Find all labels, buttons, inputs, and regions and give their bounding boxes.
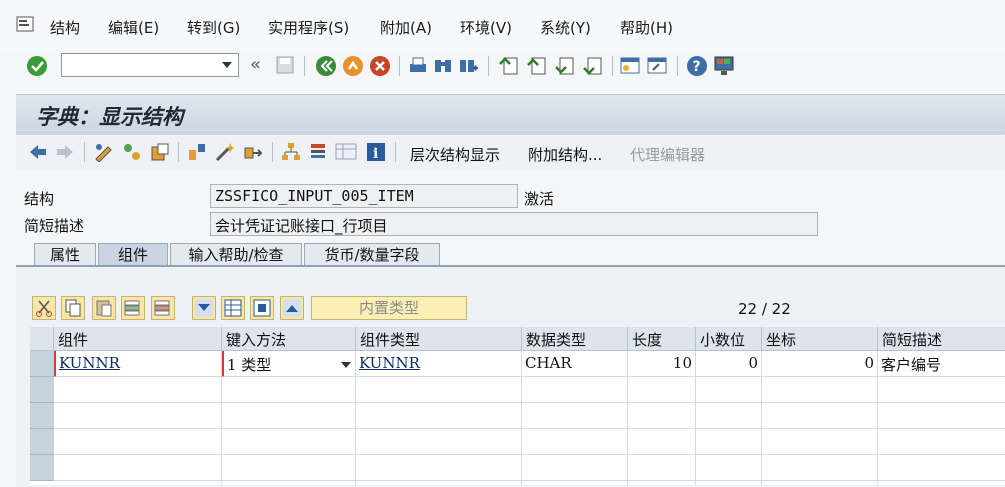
menu-environment[interactable]: 环境(V) <box>460 17 512 38</box>
back-arrow-icon[interactable] <box>28 143 48 161</box>
customize-layout-icon[interactable] <box>713 55 735 77</box>
menu-bar: 结构 编辑(E) 转到(G) 实用程序(S) 附加(A) 环境(V) 系统(Y)… <box>0 0 1005 50</box>
column-header[interactable]: 简短描述 <box>878 327 1005 351</box>
next-page-icon[interactable] <box>554 55 576 77</box>
title-bar: 字典：显示结构 <box>16 94 1005 135</box>
help-icon[interactable]: ? <box>686 55 708 77</box>
data-type-cell[interactable]: CHAR <box>522 351 628 377</box>
empty-rows-columns <box>54 377 1005 485</box>
check-object-icon[interactable] <box>187 142 207 162</box>
enter-check-icon[interactable] <box>26 55 48 77</box>
command-field[interactable] <box>61 53 239 77</box>
find-next-icon[interactable] <box>458 56 478 76</box>
column-header[interactable]: 数据类型 <box>522 327 628 351</box>
shortcut-icon[interactable] <box>647 56 667 76</box>
select-all-corner[interactable] <box>30 327 54 351</box>
save-icon[interactable] <box>276 56 294 74</box>
table-icon[interactable] <box>221 296 245 320</box>
decimals-cell[interactable]: 0 <box>696 351 762 377</box>
chevron-down-icon[interactable] <box>341 362 351 368</box>
description-cell[interactable]: 客户编号 <box>878 351 1005 377</box>
row-selector[interactable] <box>30 403 54 429</box>
menu-extras[interactable]: 附加(A) <box>380 17 432 38</box>
collapse-icon[interactable] <box>280 296 304 320</box>
menu-system[interactable]: 系统(Y) <box>540 17 591 38</box>
proxy-editor-button: 代理编辑器 <box>630 146 706 164</box>
insert-row-icon[interactable] <box>121 296 145 320</box>
chevron-down-icon[interactable] <box>222 62 232 68</box>
structure-field[interactable]: ZSSFICO_INPUT_005_ITEM <box>210 184 518 208</box>
tab-attributes[interactable]: 属性 <box>34 243 96 265</box>
object-list-icon[interactable] <box>308 142 328 162</box>
new-session-icon[interactable] <box>620 56 640 76</box>
typing-method-value: 1 类型 <box>227 356 272 374</box>
paste-icon[interactable] <box>92 296 116 320</box>
tab-input-help[interactable]: 输入帮助/检查 <box>170 243 302 265</box>
delete-row-icon[interactable] <box>151 296 175 320</box>
row-counter: 22 / 22 <box>738 300 791 318</box>
structure-label: 结构 <box>24 190 55 208</box>
other-object-icon[interactable] <box>150 142 170 162</box>
tab-currency-quantity[interactable]: 货币/数量字段 <box>304 243 440 265</box>
back-icon[interactable] <box>315 55 337 77</box>
print-icon[interactable] <box>408 56 428 76</box>
menu-help[interactable]: 帮助(H) <box>620 17 673 38</box>
copy-icon[interactable] <box>61 296 85 320</box>
menu-utilities[interactable]: 实用程序(S) <box>268 17 349 38</box>
previous-page-icon[interactable] <box>526 55 548 77</box>
builtin-type-button: 内置类型 <box>311 296 467 320</box>
row-selector[interactable] <box>30 429 54 455</box>
cut-icon[interactable] <box>32 296 56 320</box>
append-structure-button[interactable]: 附加结构... <box>528 144 602 165</box>
svg-text:i: i <box>373 146 378 162</box>
expand-icon[interactable] <box>192 296 216 320</box>
last-page-icon[interactable] <box>582 55 604 77</box>
row-selector[interactable] <box>30 377 54 403</box>
forward-arrow-icon[interactable] <box>55 143 75 161</box>
hierarchy-icon[interactable] <box>281 142 301 162</box>
cancel-icon[interactable] <box>369 55 391 77</box>
where-used-icon[interactable] <box>243 142 263 162</box>
activate-icon[interactable] <box>215 142 235 162</box>
menu-goto[interactable]: 转到(G) <box>187 17 240 38</box>
menu-icon[interactable] <box>16 16 34 32</box>
column-header[interactable]: 坐标 <box>762 327 878 351</box>
display-change-icon[interactable] <box>93 142 115 163</box>
history-icon[interactable]: « <box>250 54 261 75</box>
row-selector[interactable] <box>30 455 54 481</box>
status-text: 激活 <box>524 190 555 208</box>
length-cell[interactable]: 10 <box>628 351 696 377</box>
typing-method-cell[interactable]: 1 类型 <box>222 351 356 377</box>
structure-icon[interactable] <box>250 296 274 320</box>
menu-structure[interactable]: 结构 <box>50 17 80 38</box>
page-title: 字典：显示结构 <box>36 104 183 129</box>
hierarchy-display-button[interactable]: 层次结构显示 <box>410 144 500 165</box>
component-cell[interactable]: KUNNR <box>54 351 222 377</box>
row-selector[interactable] <box>30 351 54 377</box>
menu-edit[interactable]: 编辑(E) <box>108 17 159 38</box>
column-header[interactable]: 键入方法 <box>222 327 356 351</box>
display-list-icon[interactable] <box>335 142 357 162</box>
first-page-icon[interactable] <box>498 55 520 77</box>
column-header[interactable]: 长度 <box>628 327 696 351</box>
svg-text:?: ? <box>693 59 701 75</box>
find-icon[interactable] <box>433 56 453 76</box>
tab-components[interactable]: 组件 <box>98 243 168 265</box>
column-header[interactable]: 小数位 <box>696 327 762 351</box>
active-inactive-icon[interactable] <box>122 142 142 162</box>
component-type-cell[interactable]: KUNNR <box>356 351 522 377</box>
coordinate-cell[interactable]: 0 <box>762 351 878 377</box>
info-icon[interactable]: i <box>366 142 386 162</box>
exit-icon[interactable] <box>342 55 364 77</box>
short-description-field[interactable]: 会计凭证记账接口_行项目 <box>210 212 818 236</box>
column-header[interactable]: 组件 <box>54 327 222 351</box>
column-header[interactable]: 组件类型 <box>356 327 522 351</box>
short-description-label: 简短描述 <box>24 217 85 235</box>
